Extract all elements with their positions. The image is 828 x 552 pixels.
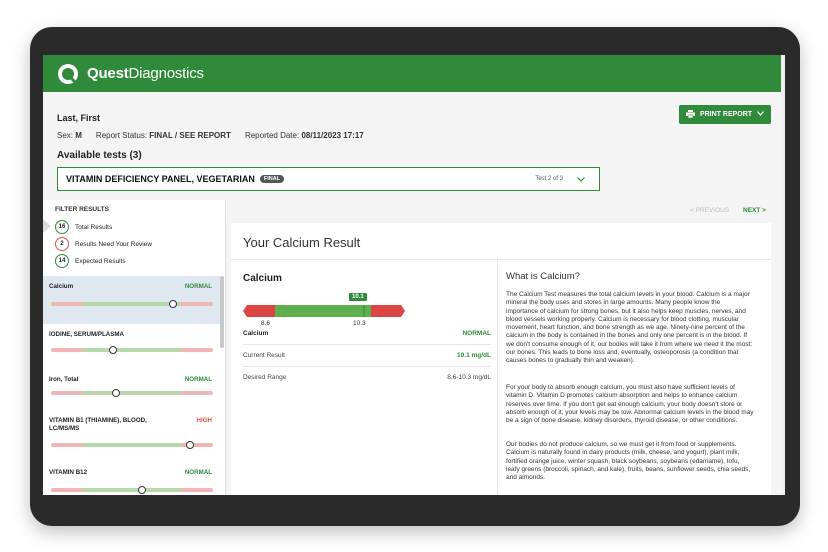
range-low-label: 8.6 <box>261 320 271 327</box>
result-name: VITAMIN B12 <box>49 469 88 476</box>
count-badge: 14 <box>55 254 69 268</box>
patient-name: Last, First <box>57 113 101 123</box>
result-marker <box>108 346 117 354</box>
result-name: Calcium <box>49 283 74 290</box>
print-report-button[interactable]: PRINT REPORT <box>679 105 771 124</box>
info-paragraph: Our bodies do not produce calcium, so we… <box>506 441 751 482</box>
divider <box>243 366 491 367</box>
brand-bar: QuestDiagnostics <box>43 55 785 92</box>
result-name: IODINE, SERUM/PLASMA <box>49 331 124 338</box>
what-is-heading: What is Calcium? <box>506 271 580 282</box>
range-bar <box>243 305 405 317</box>
info-paragraph: The Calcium Test measures the total calc… <box>506 291 753 365</box>
result-list-item[interactable]: VITAMIN B1 (THIAMINE), BLOOD, LC/MS/MS HI… <box>43 410 220 463</box>
result-marker <box>186 441 195 449</box>
app-screen: QuestDiagnostics Last, First Sex: M Repo… <box>43 55 785 495</box>
result-name: Iron, Total <box>49 376 79 383</box>
test-selector[interactable]: VITAMIN DEFICIENCY PANEL, VEGETARIAN FIN… <box>57 167 600 191</box>
result-row-current: Current Result 10.1 mg/dL <box>243 352 491 359</box>
column-divider <box>497 260 498 495</box>
test-name: VITAMIN DEFICIENCY PANEL, VEGETARIAN <box>66 174 255 184</box>
result-status: NORMAL <box>184 283 212 290</box>
brand-name: QuestDiagnostics <box>87 65 204 82</box>
quest-logo-icon <box>57 63 79 85</box>
result-list-item[interactable]: IODINE, SERUM/PLASMA <box>43 324 220 370</box>
result-name: VITAMIN B1 (THIAMINE), BLOOD, LC/MS/MS <box>49 417 147 432</box>
filter-need-review[interactable]: 2 Results Need Your Review <box>55 237 152 251</box>
next-link[interactable]: NEXT > <box>743 207 766 214</box>
result-list-item[interactable]: Iron, Total NORMAL <box>43 369 220 411</box>
result-list-item[interactable]: VITAMIN B12 NORMAL <box>43 462 220 495</box>
count-badge: 16 <box>55 220 69 234</box>
available-tests-heading: Available tests (3) <box>57 150 142 161</box>
result-range-bar <box>51 302 213 306</box>
result-range-bar <box>51 391 213 395</box>
printer-icon <box>685 109 695 120</box>
result-marker <box>137 486 146 494</box>
result-status: NORMAL <box>184 376 212 383</box>
results-sidebar: FILTER RESULTS 16 Total Results 2 Result… <box>43 200 226 495</box>
filter-heading: FILTER RESULTS <box>55 206 109 213</box>
chevron-down-icon[interactable] <box>577 174 585 184</box>
info-paragraph: For your body to absorb enough calcium, … <box>506 384 754 425</box>
result-marker <box>168 300 177 308</box>
result-status: HIGH <box>196 417 212 424</box>
count-badge: 2 <box>55 237 69 251</box>
divider <box>231 259 771 260</box>
result-row-status: Calcium NORMAL <box>243 330 491 337</box>
result-status: NORMAL <box>184 469 212 476</box>
result-list-item[interactable]: Calcium NORMAL <box>43 276 220 325</box>
page-scrollbar[interactable] <box>781 55 785 495</box>
divider <box>243 344 491 345</box>
result-range-bar <box>51 488 213 492</box>
final-badge: FINAL <box>259 175 285 183</box>
active-filter-indicator <box>43 219 51 233</box>
current-value-tag: 10.1 <box>349 293 367 301</box>
detail-title: Your Calcium Result <box>243 235 361 250</box>
chevron-down-icon <box>757 111 765 118</box>
result-detail-card: Your Calcium Result Calcium 10.1 8.6 10.… <box>231 223 771 495</box>
range-high-label: 10.3 <box>353 320 366 327</box>
result-range-bar <box>51 348 213 352</box>
result-marker <box>111 389 120 397</box>
filter-total-results[interactable]: 16 Total Results <box>55 220 112 234</box>
analyte-name: Calcium <box>243 273 282 284</box>
filter-expected-results[interactable]: 14 Expected Results <box>55 254 126 268</box>
result-row-desired: Desired Range 8.6-10.3 mg/dL <box>243 374 491 381</box>
previous-link[interactable]: < PREVIOUS <box>690 207 729 214</box>
test-count: Test 2 of 3 <box>535 176 563 182</box>
patient-meta: Sex: M Report Status: FINAL / SEE REPORT… <box>57 131 364 140</box>
sidebar-scrollbar[interactable] <box>220 276 224 348</box>
